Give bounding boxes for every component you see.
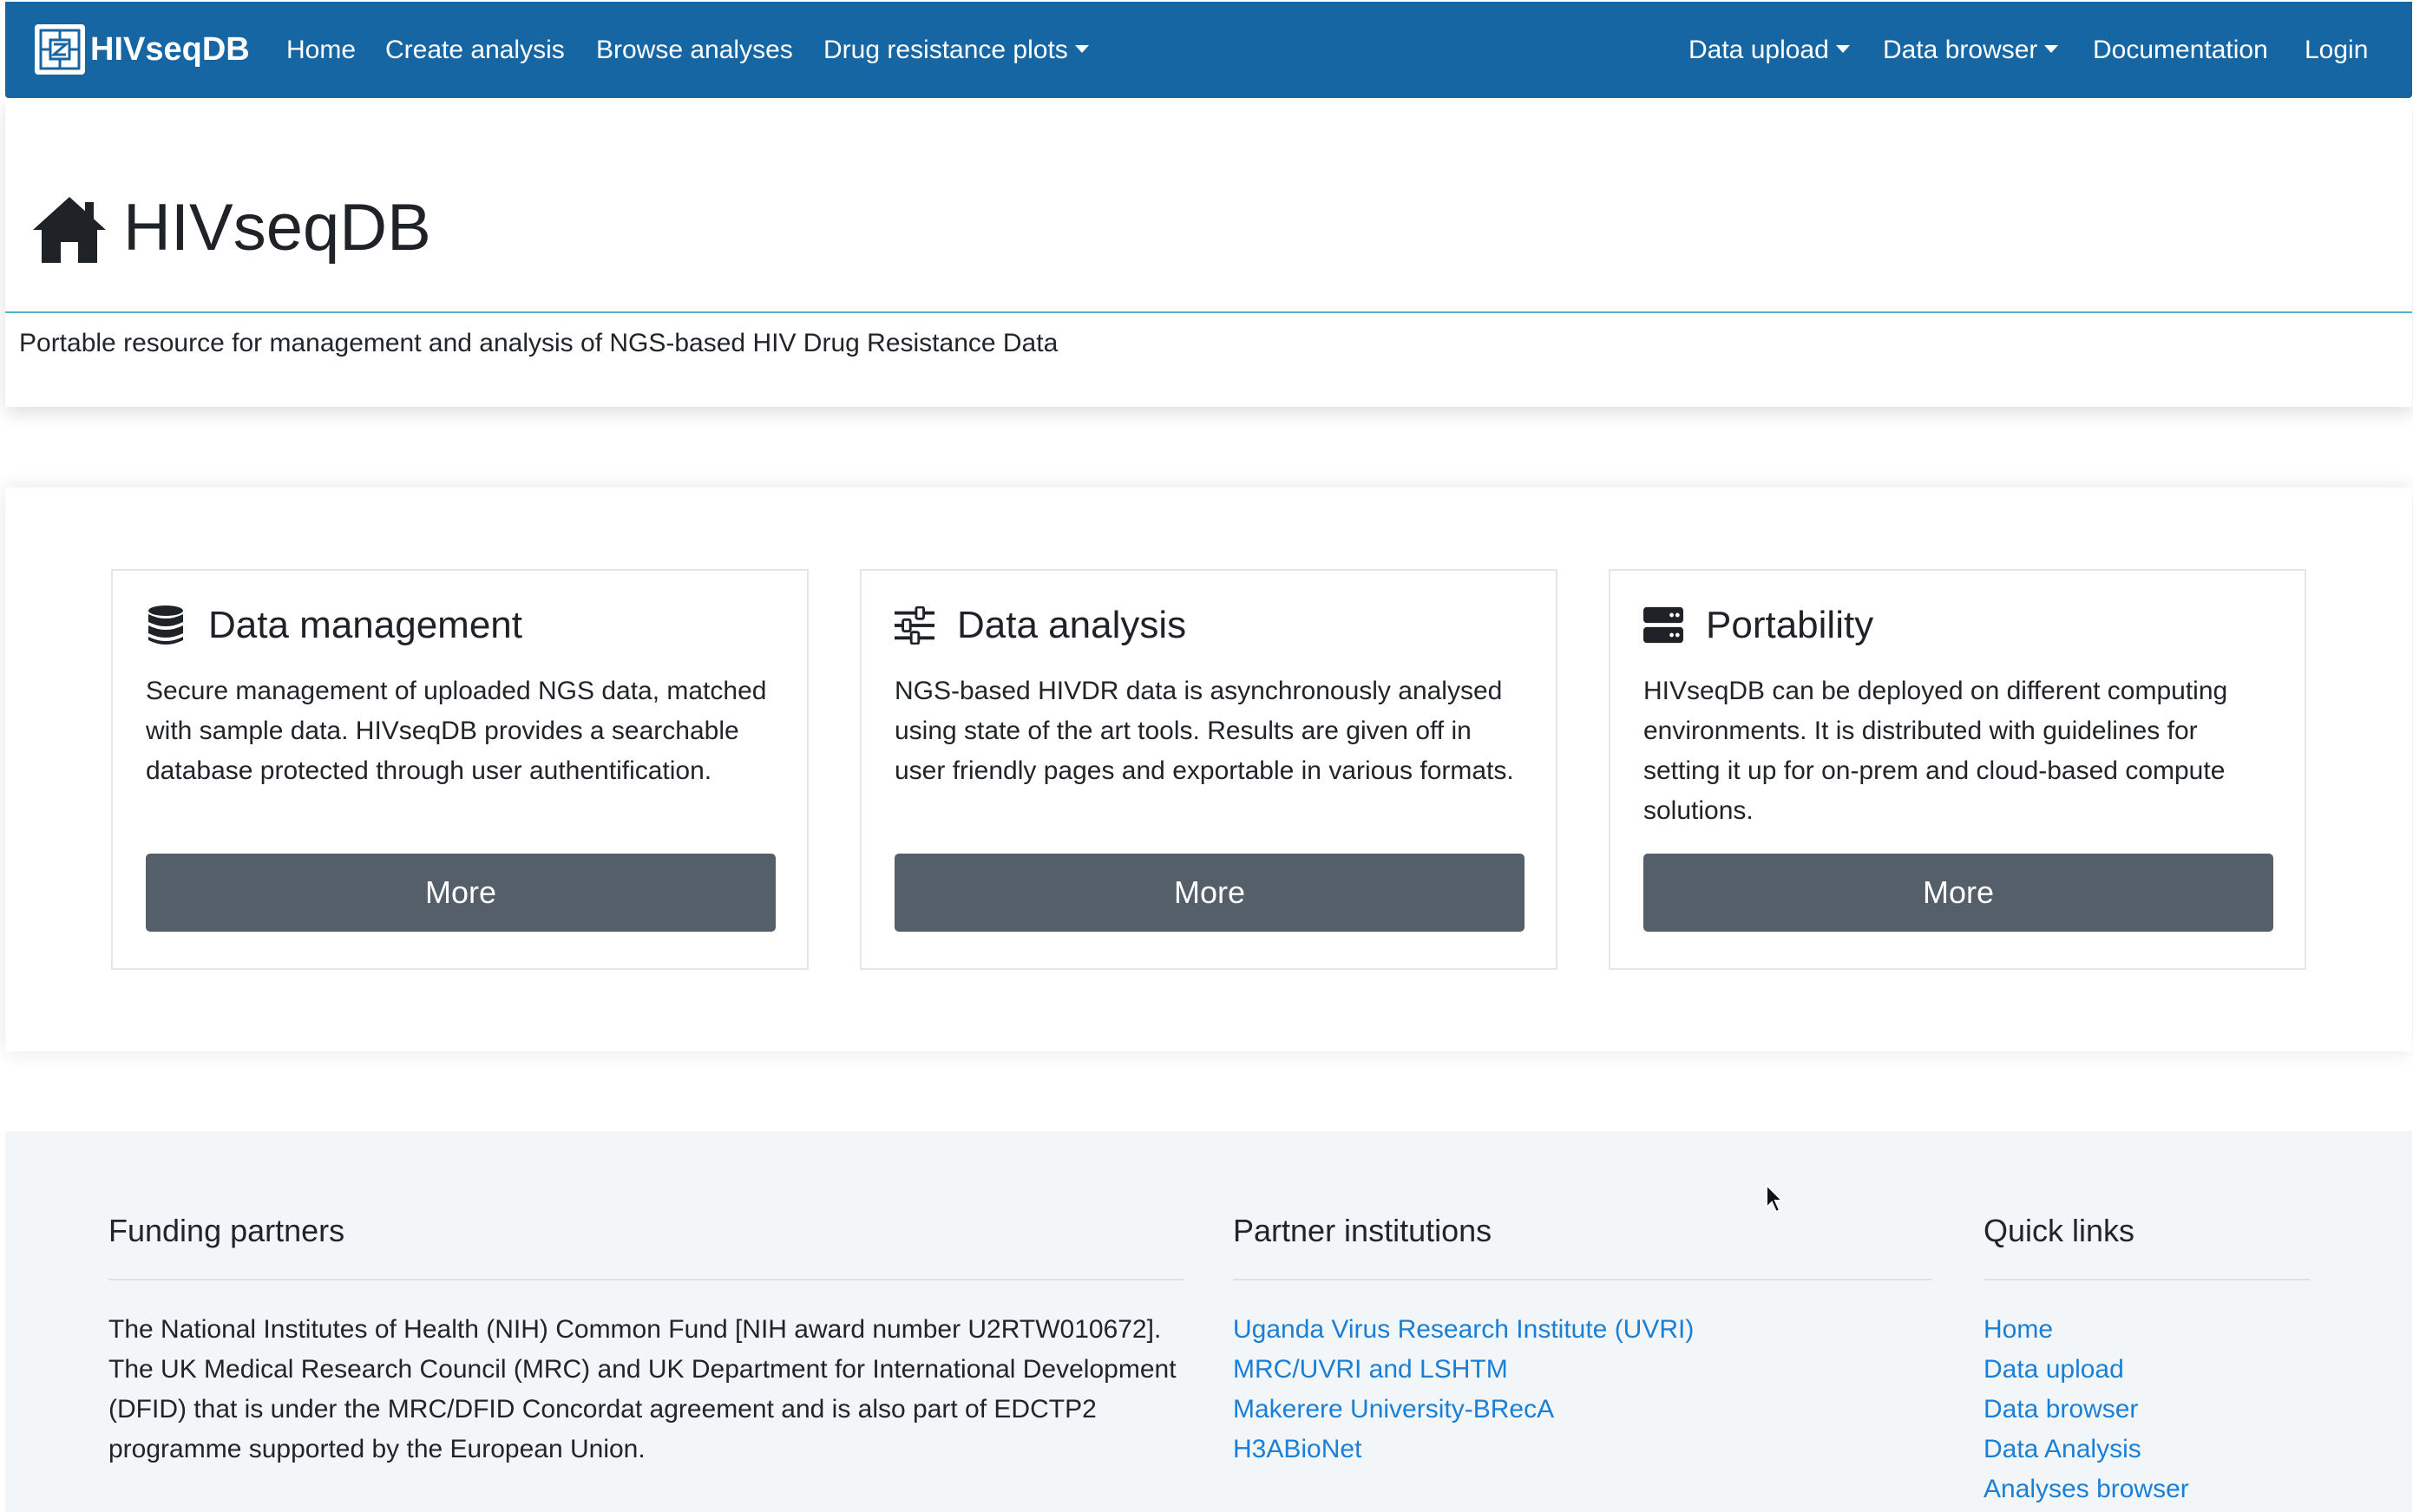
feature-description: HIVseqDB can be deployed on different co…: [1643, 677, 2228, 825]
nav-browse-analyses[interactable]: Browse analyses: [596, 2, 793, 98]
page-footer: Funding partners The National Institutes…: [5, 1131, 2412, 1512]
nav-drug-resistance-plots-dropdown[interactable]: Drug resistance plots: [823, 2, 1089, 98]
nav-home[interactable]: Home: [286, 2, 356, 98]
partner-link-makerere-breca[interactable]: Makerere University-BRecA: [1233, 1390, 1932, 1430]
quick-link-data-analysis[interactable]: Data Analysis: [1984, 1430, 2310, 1469]
nav-data-upload-dropdown[interactable]: Data upload: [1688, 2, 1850, 98]
page-header: HIVseqDB Portable resource for managemen…: [5, 98, 2412, 407]
feature-description: NGS-based HIVDR data is asynchronously a…: [895, 677, 1514, 785]
sliders-icon: [895, 605, 934, 645]
funding-partners-column: Funding partners The National Institutes…: [108, 1213, 1184, 1469]
feature-card-portability: Portability HIVseqDB can be deployed on …: [1609, 569, 2306, 970]
nav-login[interactable]: Login: [2305, 2, 2368, 98]
footer-divider: [1984, 1279, 2310, 1280]
nav-data-browser-label: Data browser: [1883, 36, 2038, 64]
feature-card-data-management: Data management Secure management of upl…: [111, 569, 809, 970]
server-icon: [1643, 605, 1683, 645]
brand-link[interactable]: HIVseqDB: [35, 24, 250, 75]
caret-down-icon: [1074, 44, 1089, 53]
feature-title: Portability: [1706, 604, 1874, 646]
quick-link-home[interactable]: Home: [1984, 1310, 2310, 1350]
quick-link-analyses-browser[interactable]: Analyses browser: [1984, 1469, 2310, 1509]
nav-create-analysis[interactable]: Create analysis: [385, 2, 565, 98]
footer-divider: [1233, 1279, 1932, 1280]
nav-documentation[interactable]: Documentation: [2093, 2, 2268, 98]
partner-link-h3abionet[interactable]: H3ABioNet: [1233, 1430, 1932, 1469]
quick-links-heading: Quick links: [1984, 1213, 2135, 1248]
brand-name: HIVseqDB: [90, 30, 250, 68]
quick-link-data-browser[interactable]: Data browser: [1984, 1390, 2310, 1430]
funding-partners-heading: Funding partners: [108, 1213, 345, 1248]
feature-title: Data management: [208, 604, 522, 646]
partner-link-uvri[interactable]: Uganda Virus Research Institute (UVRI): [1233, 1310, 1932, 1350]
partner-link-mrc-uvri-lshtm[interactable]: MRC/UVRI and LSHTM: [1233, 1350, 1932, 1390]
nav-data-upload-label: Data upload: [1688, 36, 1829, 64]
page-subtitle: Portable resource for management and ana…: [19, 329, 1059, 357]
funding-partners-text: The National Institutes of Health (NIH) …: [108, 1315, 1177, 1463]
top-navbar: HIVseqDB Home Create analysis Browse ana…: [5, 2, 2412, 98]
title-divider: [5, 311, 2412, 313]
feature-card-data-analysis: Data analysis NGS-based HIVDR data is as…: [860, 569, 1557, 970]
home-icon: [31, 195, 108, 269]
caret-down-icon: [1835, 44, 1850, 53]
footer-divider: [108, 1279, 1184, 1280]
feature-description: Secure management of uploaded NGS data, …: [146, 677, 767, 785]
more-button-data-analysis[interactable]: More: [895, 854, 1525, 932]
quick-links-column: Quick links Home Data upload Data browse…: [1984, 1213, 2310, 1509]
nav-drug-resistance-plots-label: Drug resistance plots: [823, 36, 1068, 64]
mouse-cursor-icon: [1765, 1182, 1786, 1219]
feature-title: Data analysis: [957, 604, 1187, 646]
partner-institutions-column: Partner institutions Uganda Virus Resear…: [1233, 1213, 1932, 1469]
database-icon: [146, 605, 186, 645]
features-section: Data management Secure management of upl…: [5, 488, 2412, 1051]
more-button-data-management[interactable]: More: [146, 854, 776, 932]
page-title: HIVseqDB: [123, 191, 431, 265]
partner-institutions-heading: Partner institutions: [1233, 1213, 1492, 1248]
nav-data-browser-dropdown[interactable]: Data browser: [1883, 2, 2059, 98]
caret-down-icon: [2044, 44, 2059, 53]
brand-logo-icon: [35, 24, 85, 75]
more-button-portability[interactable]: More: [1643, 854, 2273, 932]
quick-link-data-upload[interactable]: Data upload: [1984, 1350, 2310, 1390]
